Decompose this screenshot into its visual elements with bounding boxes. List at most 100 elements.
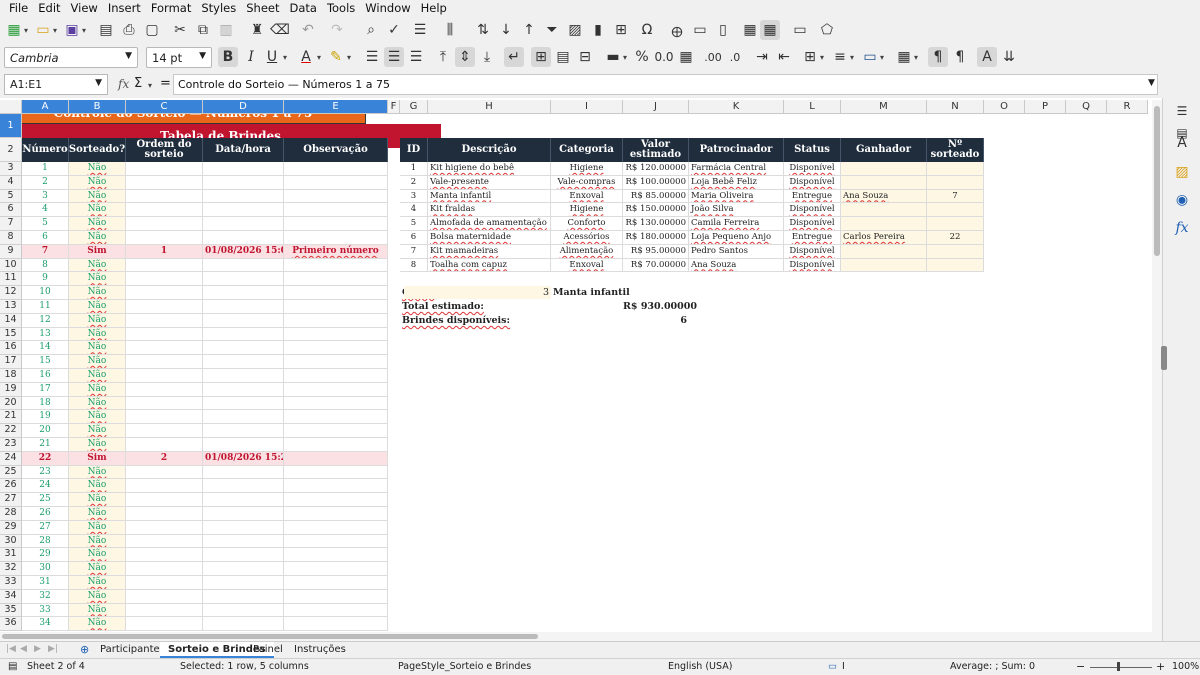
sheet-tab-3[interactable]: Painel — [245, 642, 291, 658]
left-table-cell[interactable] — [203, 327, 284, 342]
left-table-cell[interactable]: Não — [69, 562, 126, 576]
menu-tools[interactable]: Tools — [322, 0, 360, 17]
column-header-e[interactable]: E — [284, 100, 388, 114]
row-header[interactable]: 12 — [0, 286, 22, 300]
percent-format-icon[interactable]: % — [632, 47, 652, 67]
left-table-cell[interactable]: Não — [69, 603, 126, 618]
right-table-cell[interactable]: Disponível — [784, 258, 841, 273]
right-table-cell[interactable]: R$ 180.00000 — [623, 231, 689, 245]
right-table-cell[interactable]: 2 — [400, 175, 428, 190]
left-table-cell[interactable] — [284, 327, 388, 342]
left-table-cell[interactable] — [203, 589, 284, 604]
row-header[interactable]: 1 — [0, 114, 22, 138]
left-table-cell[interactable] — [126, 217, 203, 231]
clear-formatting-icon[interactable]: ⌫ — [270, 20, 290, 40]
align-right-icon[interactable]: ☰ — [406, 47, 426, 67]
gallery-icon[interactable]: ▨ — [1172, 164, 1192, 184]
right-table-cell[interactable]: Ana Souza — [689, 258, 784, 273]
right-table-cell[interactable]: Maria Oliveira — [689, 189, 784, 204]
left-table-cell[interactable] — [284, 589, 388, 604]
align-left-icon[interactable]: ☰ — [362, 47, 382, 67]
right-table-cell[interactable]: Kit higiene do bebê — [428, 162, 551, 176]
vertical-scroll-thumb[interactable] — [1154, 106, 1160, 256]
sheet-tab-4[interactable]: Instruções — [286, 642, 354, 658]
right-table-cell[interactable]: R$ 120.00000 — [623, 162, 689, 176]
right-table-cell[interactable]: R$ 100.00000 — [623, 175, 689, 190]
left-table-cell[interactable]: 30 — [22, 562, 69, 576]
left-table-cell[interactable]: 28 — [22, 534, 69, 549]
right-table-cell[interactable] — [841, 162, 927, 176]
left-table-cell[interactable]: Não — [69, 534, 126, 549]
font-color-dropdown-icon[interactable]: ▾ — [317, 53, 321, 62]
functions-icon[interactable]: fx — [1172, 220, 1192, 240]
left-table-cell[interactable] — [203, 493, 284, 507]
left-table-cell[interactable]: Não — [69, 548, 126, 563]
left-table-cell[interactable]: 1 — [22, 162, 69, 176]
menu-sheet[interactable]: Sheet — [241, 0, 284, 17]
left-table-cell[interactable] — [284, 231, 388, 245]
right-table-cell[interactable]: Kit mamadeiras — [428, 244, 551, 259]
conditional-format-icon[interactable]: ▦ — [894, 47, 914, 67]
chart-icon[interactable]: ▮ — [588, 20, 608, 40]
left-table-cell[interactable] — [126, 175, 203, 190]
formula-icon[interactable]: = — [160, 76, 171, 91]
freeze-rows-columns-icon[interactable]: ▦ — [760, 20, 780, 40]
column-header-o[interactable]: O — [984, 100, 1025, 114]
zoom-in-icon[interactable]: + — [1156, 660, 1165, 673]
left-table-cell[interactable]: Não — [69, 313, 126, 328]
next-sheet-icon[interactable]: ▶ — [34, 644, 41, 654]
row-header[interactable]: 29 — [0, 520, 22, 535]
left-table-cell[interactable]: Não — [69, 203, 126, 218]
left-table-cell[interactable] — [126, 300, 203, 314]
column-header-b[interactable]: B — [69, 100, 126, 114]
left-table-cell[interactable] — [126, 410, 203, 425]
left-table-cell[interactable] — [203, 438, 284, 452]
column-header-h[interactable]: H — [428, 100, 551, 114]
wrap-text-icon[interactable]: ↵ — [504, 47, 524, 67]
left-table-cell[interactable] — [284, 396, 388, 411]
column-header-i[interactable]: I — [551, 100, 623, 114]
currency-dropdown-icon[interactable]: ▾ — [623, 53, 627, 62]
right-table-cell[interactable]: Vale-compras — [551, 175, 623, 190]
right-table-cell[interactable]: João Silva — [689, 203, 784, 218]
left-table-cell[interactable] — [126, 162, 203, 176]
right-table-cell[interactable]: Disponível — [784, 175, 841, 190]
left-table-cell[interactable] — [284, 300, 388, 314]
vertical-text-icon[interactable]: ⇊ — [999, 47, 1019, 67]
left-table-cell[interactable] — [284, 534, 388, 549]
row-header[interactable]: 34 — [0, 589, 22, 604]
menu-help[interactable]: Help — [416, 0, 452, 17]
left-table-cell[interactable] — [203, 355, 284, 369]
left-table-cell[interactable] — [284, 369, 388, 383]
left-table-cell[interactable] — [203, 300, 284, 314]
right-table-cell[interactable]: Alimentação — [551, 244, 623, 259]
left-table-cell[interactable] — [126, 576, 203, 590]
left-table-cell[interactable] — [284, 313, 388, 328]
right-table-cell[interactable]: Farmácia Central — [689, 162, 784, 176]
left-table-cell[interactable]: 9 — [22, 272, 69, 287]
right-table-cell[interactable]: Disponível — [784, 244, 841, 259]
right-table-cell[interactable]: R$ 95.00000 — [623, 244, 689, 259]
left-table-cell[interactable] — [203, 507, 284, 521]
left-table-cell[interactable] — [126, 479, 203, 494]
left-table-cell[interactable] — [126, 203, 203, 218]
row-header[interactable]: 15 — [0, 327, 22, 342]
print-icon[interactable]: ⎙ — [119, 20, 139, 40]
left-table-cell[interactable]: 01/08/2026 15:22 — [203, 451, 284, 466]
right-table-cell[interactable] — [927, 217, 984, 231]
right-table-cell[interactable]: Acessórios — [551, 231, 623, 245]
font-name-dropdown-icon[interactable]: ▼ — [125, 51, 132, 61]
align-bottom-icon[interactable]: ⤓ — [477, 47, 497, 67]
highlight-color-icon[interactable]: ✎ — [326, 47, 346, 67]
left-table-cell[interactable]: Não — [69, 396, 126, 411]
left-table-cell[interactable] — [203, 562, 284, 576]
clone-formatting-icon[interactable]: ♜ — [247, 20, 267, 40]
autofilter-icon[interactable]: ⏷ — [542, 20, 562, 40]
spreadsheet-grid[interactable]: A B C D E F G H I J K L M N O P Q R 1 2 3 4 5 6 7 8 9 10 11 12 13 14 15 1… — [0, 100, 1152, 632]
left-table-cell[interactable] — [203, 396, 284, 411]
right-table-cell[interactable]: Conforto — [551, 217, 623, 231]
left-table-cell[interactable] — [126, 534, 203, 549]
row-header[interactable]: 27 — [0, 493, 22, 507]
show-draw-functions-icon[interactable]: ⬠ — [817, 20, 837, 40]
menu-insert[interactable]: Insert — [103, 0, 146, 17]
